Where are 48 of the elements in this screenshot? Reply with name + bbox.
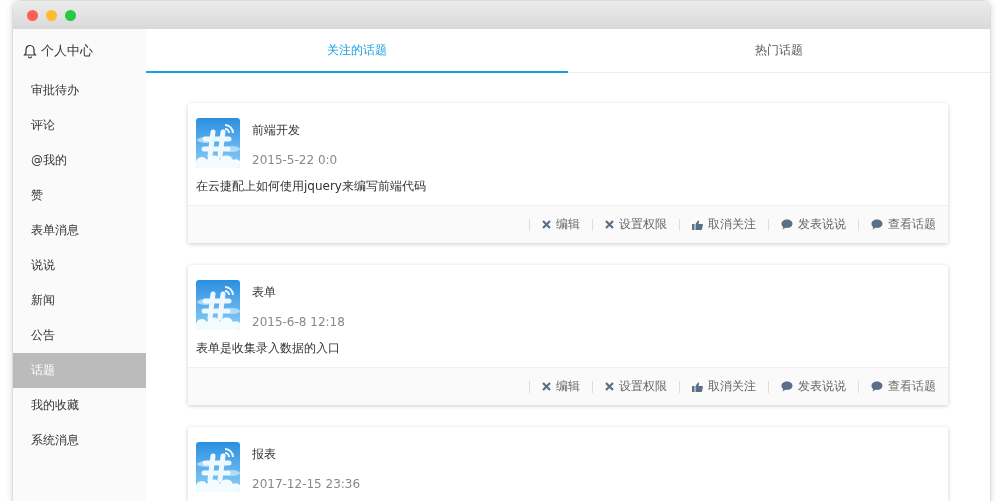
close-window-button[interactable] (27, 9, 38, 21)
sidebar-item[interactable]: @我的 (13, 143, 146, 178)
topic-time: 2015-5-22 0:0 (252, 153, 338, 167)
action-button[interactable]: 编辑 (542, 378, 580, 395)
topic-logo-icon (196, 442, 240, 492)
close-icon (605, 220, 614, 229)
topic-title: 报表 (252, 446, 277, 463)
action-button[interactable]: 取消关注 (692, 216, 756, 233)
sidebar-item[interactable]: 我的收藏 (13, 388, 146, 423)
topic-logo-icon (196, 280, 240, 330)
maximize-window-button[interactable] (65, 9, 76, 21)
minimize-window-button[interactable] (46, 9, 57, 21)
speech-bubble-icon (871, 219, 883, 230)
action-button[interactable]: 设置权限 (605, 378, 667, 395)
action-button[interactable]: 查看话题 (871, 378, 936, 395)
action-button[interactable]: 查看话题 (871, 216, 936, 233)
topic-title: 表单 (252, 284, 277, 301)
topic-time: 2015-6-8 12:18 (252, 315, 345, 329)
sidebar-item[interactable]: 评论 (13, 108, 146, 143)
speech-bubble-icon (781, 381, 793, 392)
close-icon (605, 382, 614, 391)
action-button[interactable]: 设置权限 (605, 216, 667, 233)
close-icon (542, 220, 551, 229)
topic-title: 前端开发 (252, 122, 301, 139)
sidebar-item[interactable]: 说说 (13, 248, 146, 283)
sidebar-item[interactable]: 系统消息 (13, 423, 146, 458)
thumbs-up-icon (692, 381, 703, 392)
topic-time: 2017-12-15 23:36 (252, 477, 361, 491)
tab[interactable]: 热门话题 (568, 29, 990, 73)
action-button[interactable]: 发表说说 (781, 216, 846, 233)
speech-bubble-icon (781, 219, 793, 230)
sidebar-title: 个人中心 (41, 42, 93, 60)
topic-description: 在云捷配上如何使用jquery来编写前端代码 (196, 178, 427, 195)
action-button[interactable]: 发表说说 (781, 378, 846, 395)
sidebar-item[interactable]: 表单消息 (13, 213, 146, 248)
close-icon (542, 382, 551, 391)
speech-bubble-icon (871, 381, 883, 392)
topic-description: 表单是收集录入数据的入口 (196, 340, 341, 357)
sidebar-item[interactable]: 审批待办 (13, 73, 146, 108)
sidebar-item[interactable]: 新闻 (13, 283, 146, 318)
thumbs-up-icon (692, 219, 703, 230)
sidebar-item[interactable]: 赞 (13, 178, 146, 213)
action-button[interactable]: 编辑 (542, 216, 580, 233)
topic-logo-icon (196, 118, 240, 168)
tab[interactable]: 关注的话题 (146, 29, 568, 73)
bell-icon (23, 43, 37, 59)
action-button[interactable]: 取消关注 (692, 378, 756, 395)
sidebar-item[interactable]: 公告 (13, 318, 146, 353)
